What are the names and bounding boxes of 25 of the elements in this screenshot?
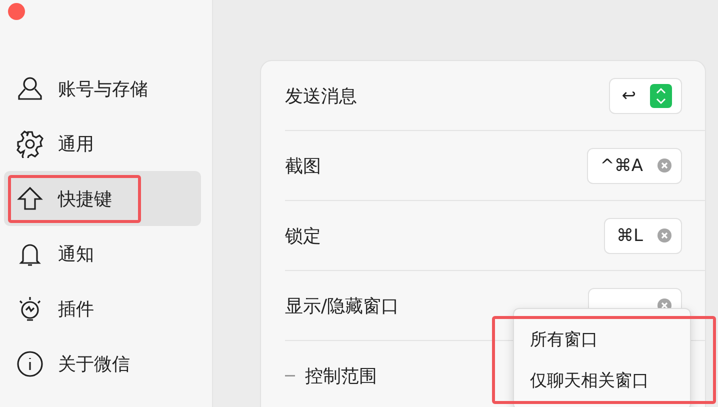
sidebar-item[interactable]: 关于微信 xyxy=(4,336,201,391)
sidebar-item[interactable]: 账号与存储 xyxy=(4,61,201,116)
person-icon xyxy=(16,74,44,102)
stepper-icon xyxy=(650,84,672,108)
settings-icon xyxy=(16,130,44,158)
clear-icon[interactable] xyxy=(657,158,672,173)
clear-icon[interactable] xyxy=(657,228,672,243)
menu-item[interactable]: 所有窗口 xyxy=(514,319,690,360)
sidebar-item[interactable]: 插件 xyxy=(4,281,201,336)
shortcut-label: 发送消息 xyxy=(285,84,357,108)
shortcut-label: 锁定 xyxy=(285,224,321,248)
close-button[interactable] xyxy=(8,3,25,20)
dash-icon xyxy=(285,374,295,376)
shortcut-label: 截图 xyxy=(285,154,321,178)
sidebar-item[interactable]: 通用 xyxy=(4,116,201,171)
setting-label: 控制范围 xyxy=(305,364,377,388)
menu-item[interactable]: 仅聊天相关窗口 xyxy=(514,360,690,401)
sidebar-item[interactable]: 快捷键 xyxy=(4,171,201,226)
shortcut-label: 显示/隐藏窗口 xyxy=(285,294,400,318)
shortcut-field[interactable]: ^⌘A xyxy=(587,148,682,184)
info-icon xyxy=(16,350,44,378)
sidebar-item[interactable]: 通知 xyxy=(4,226,201,281)
up-arrow-icon xyxy=(16,184,44,212)
shortcut-field[interactable]: ↩ xyxy=(608,78,682,114)
shortcut-field[interactable]: ⌘L xyxy=(604,218,682,254)
